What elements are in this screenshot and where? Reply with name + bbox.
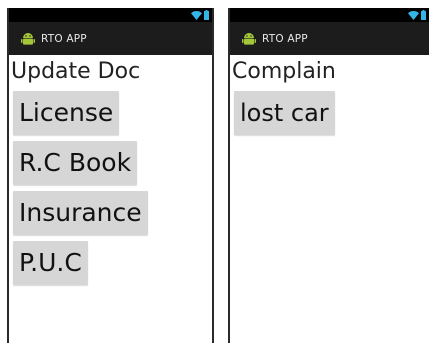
screenshot-canvas: RTO APP Update Doc License R.C Book Insu… <box>0 0 429 343</box>
app-title: RTO APP <box>262 32 308 45</box>
screen-heading: Complain <box>232 59 336 84</box>
screen-content: Complain lost car <box>230 55 429 343</box>
phone-screen-update-doc: RTO APP Update Doc License R.C Book Insu… <box>7 8 214 343</box>
battery-icon <box>421 10 426 20</box>
wifi-icon <box>408 10 419 20</box>
screen-content: Update Doc License R.C Book Insurance P.… <box>9 55 212 343</box>
android-icon <box>19 30 37 48</box>
android-icon <box>240 30 258 48</box>
rc-book-button[interactable]: R.C Book <box>13 141 138 185</box>
app-title: RTO APP <box>41 32 87 45</box>
battery-icon <box>204 10 209 20</box>
wifi-icon <box>191 10 202 20</box>
license-button[interactable]: License <box>13 91 120 135</box>
insurance-button[interactable]: Insurance <box>13 191 148 235</box>
phone-screen-complain: RTO APP Complain lost car <box>228 8 429 343</box>
action-bar: RTO APP <box>9 22 212 55</box>
lost-car-button[interactable]: lost car <box>234 91 335 135</box>
screen-heading: Update Doc <box>11 59 141 84</box>
puc-button[interactable]: P.U.C <box>13 241 88 285</box>
action-bar: RTO APP <box>230 22 429 55</box>
status-icons <box>408 10 426 20</box>
status-bar <box>230 8 429 22</box>
status-icons <box>191 10 209 20</box>
status-bar <box>9 8 212 22</box>
